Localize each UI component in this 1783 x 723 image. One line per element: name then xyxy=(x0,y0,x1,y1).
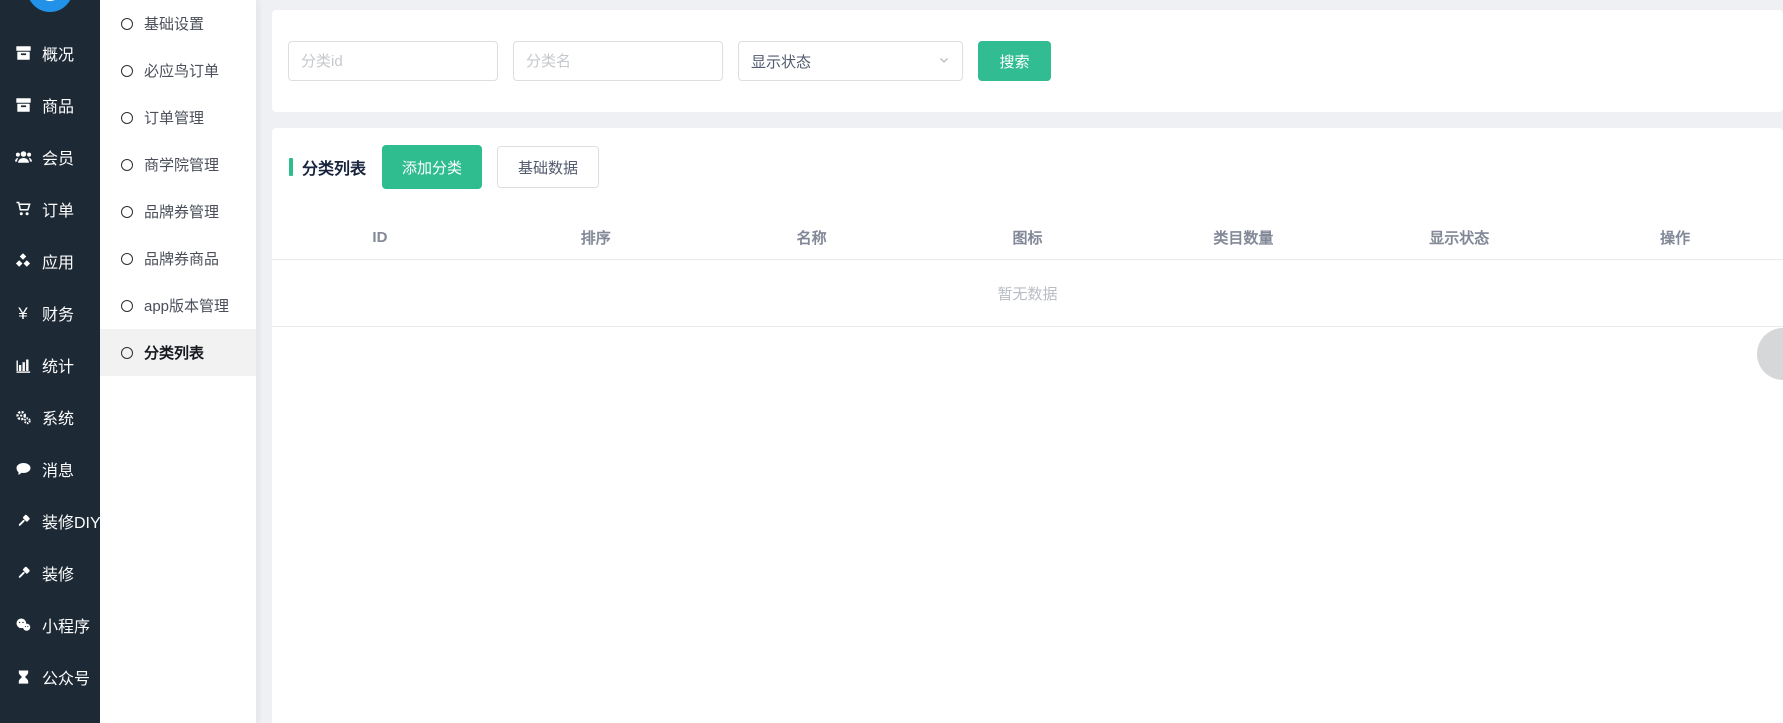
admin-app: 概况 商品 会员 订单 xyxy=(0,0,1783,723)
submenu-item-category-list[interactable]: 分类列表 xyxy=(100,329,256,376)
bar-chart-icon xyxy=(13,357,33,374)
sidebar-item-stats[interactable]: 统计 xyxy=(0,339,100,391)
sidebar-item-finance[interactable]: ¥ 财务 xyxy=(0,287,100,339)
cart-icon xyxy=(13,201,33,218)
column-header-category-count: 类目数量 xyxy=(1135,227,1351,248)
submenu-item-label: 品牌券商品 xyxy=(144,248,219,269)
sidebar-item-official-account[interactable]: 公众号 xyxy=(0,651,100,703)
sidebar-item-label: 系统 xyxy=(42,405,74,429)
submenu-item-basic-settings[interactable]: 基础设置 xyxy=(100,0,256,47)
circle-bullet-icon xyxy=(121,18,133,30)
main-content: 显示状态 搜索 分类列表 添加分类 基础数据 ID 排序 名称 图标 类目数量 xyxy=(256,0,1783,723)
logo[interactable] xyxy=(27,0,73,12)
sidebar-item-label: 商品 xyxy=(42,93,74,117)
users-icon xyxy=(13,149,33,166)
sidebar-item-label: 公众号 xyxy=(42,665,90,689)
submenu-item-biyingniao-orders[interactable]: 必应鸟订单 xyxy=(100,47,256,94)
panel-header: 分类列表 添加分类 基础数据 xyxy=(272,145,1783,189)
column-header-name: 名称 xyxy=(704,227,920,248)
circle-bullet-icon xyxy=(121,112,133,124)
sidebar-item-label: 应用 xyxy=(42,249,74,273)
submenu-item-label: 基础设置 xyxy=(144,13,204,34)
submenu-item-label: 商学院管理 xyxy=(144,154,219,175)
search-button[interactable]: 搜索 xyxy=(978,41,1051,81)
primary-nav: 概况 商品 会员 订单 xyxy=(0,27,100,703)
circle-bullet-icon xyxy=(121,159,133,171)
column-header-sort: 排序 xyxy=(488,227,704,248)
cubes-icon xyxy=(13,253,33,270)
sidebar-item-label: 统计 xyxy=(42,353,74,377)
base-data-button[interactable]: 基础数据 xyxy=(497,146,599,188)
circle-bullet-icon xyxy=(121,347,133,359)
primary-sidebar: 概况 商品 会员 订单 xyxy=(0,0,100,723)
submenu-item-label: 必应鸟订单 xyxy=(144,60,219,81)
comment-icon xyxy=(13,461,33,478)
submenu-item-label: 分类列表 xyxy=(144,342,204,363)
hourglass-icon xyxy=(13,669,33,686)
submenu-item-label: 订单管理 xyxy=(144,107,204,128)
category-name-input[interactable] xyxy=(513,41,723,81)
category-id-input[interactable] xyxy=(288,41,498,81)
submenu-item-label: 品牌券管理 xyxy=(144,201,219,222)
yen-icon: ¥ xyxy=(13,305,33,322)
sidebar-item-decorate[interactable]: 装修 xyxy=(0,547,100,599)
column-header-icon: 图标 xyxy=(920,227,1136,248)
sidebar-item-overview[interactable]: 概况 xyxy=(0,27,100,79)
sidebar-item-apps[interactable]: 应用 xyxy=(0,235,100,287)
sidebar-item-label: 财务 xyxy=(42,301,74,325)
sidebar-item-mini-program[interactable]: 小程序 xyxy=(0,599,100,651)
chevron-down-icon xyxy=(938,53,950,70)
sidebar-item-decorate-diy[interactable]: 装修DIY xyxy=(0,495,100,547)
sidebar-item-goods[interactable]: 商品 xyxy=(0,79,100,131)
submenu-item-label: app版本管理 xyxy=(144,295,229,316)
gears-icon xyxy=(13,409,33,426)
table-empty-state: 暂无数据 xyxy=(272,260,1783,327)
card-spacer xyxy=(272,112,1783,128)
circle-bullet-icon xyxy=(121,300,133,312)
title-accent-bar xyxy=(289,158,293,176)
add-category-button[interactable]: 添加分类 xyxy=(382,145,482,189)
submenu-item-brand-coupon-management[interactable]: 品牌券管理 xyxy=(100,188,256,235)
circle-bullet-icon xyxy=(121,206,133,218)
wechat-icon xyxy=(13,617,33,634)
sidebar-item-orders[interactable]: 订单 xyxy=(0,183,100,235)
sidebar-item-label: 会员 xyxy=(42,145,74,169)
sidebar-item-messages[interactable]: 消息 xyxy=(0,443,100,495)
sidebar-item-system[interactable]: 系统 xyxy=(0,391,100,443)
sidebar-item-members[interactable]: 会员 xyxy=(0,131,100,183)
gavel-icon xyxy=(13,513,33,530)
display-status-value: 显示状态 xyxy=(751,51,811,72)
sidebar-item-label: 装修DIY xyxy=(42,509,101,533)
circle-bullet-icon xyxy=(121,65,133,77)
sidebar-item-label: 小程序 xyxy=(42,613,90,637)
submenu-item-brand-coupon-goods[interactable]: 品牌券商品 xyxy=(100,235,256,282)
sidebar-item-label: 装修 xyxy=(42,561,74,585)
panel-title: 分类列表 xyxy=(302,155,366,179)
column-header-actions: 操作 xyxy=(1567,227,1783,248)
filter-bar: 显示状态 搜索 xyxy=(272,10,1783,112)
archive-icon xyxy=(13,97,33,114)
sidebar-item-label: 消息 xyxy=(42,457,74,481)
gavel-icon xyxy=(13,565,33,582)
category-list-panel: 分类列表 添加分类 基础数据 ID 排序 名称 图标 类目数量 显示状态 操作 … xyxy=(272,128,1783,723)
archive-icon xyxy=(13,45,33,62)
table-header-row: ID 排序 名称 图标 类目数量 显示状态 操作 xyxy=(272,215,1783,260)
submenu-item-app-version[interactable]: app版本管理 xyxy=(100,282,256,329)
sidebar-item-label: 订单 xyxy=(42,197,74,221)
empty-text: 暂无数据 xyxy=(997,283,1057,304)
column-header-display-status: 显示状态 xyxy=(1351,227,1567,248)
display-status-select[interactable]: 显示状态 xyxy=(738,41,963,81)
submenu-item-order-management[interactable]: 订单管理 xyxy=(100,94,256,141)
sidebar-item-label: 概况 xyxy=(42,41,74,65)
submenu-item-business-school[interactable]: 商学院管理 xyxy=(100,141,256,188)
column-header-id: ID xyxy=(272,229,488,246)
secondary-sidebar: 基础设置 必应鸟订单 订单管理 商学院管理 品牌券管理 品牌券商品 app版本管… xyxy=(100,0,257,723)
circle-bullet-icon xyxy=(121,253,133,265)
